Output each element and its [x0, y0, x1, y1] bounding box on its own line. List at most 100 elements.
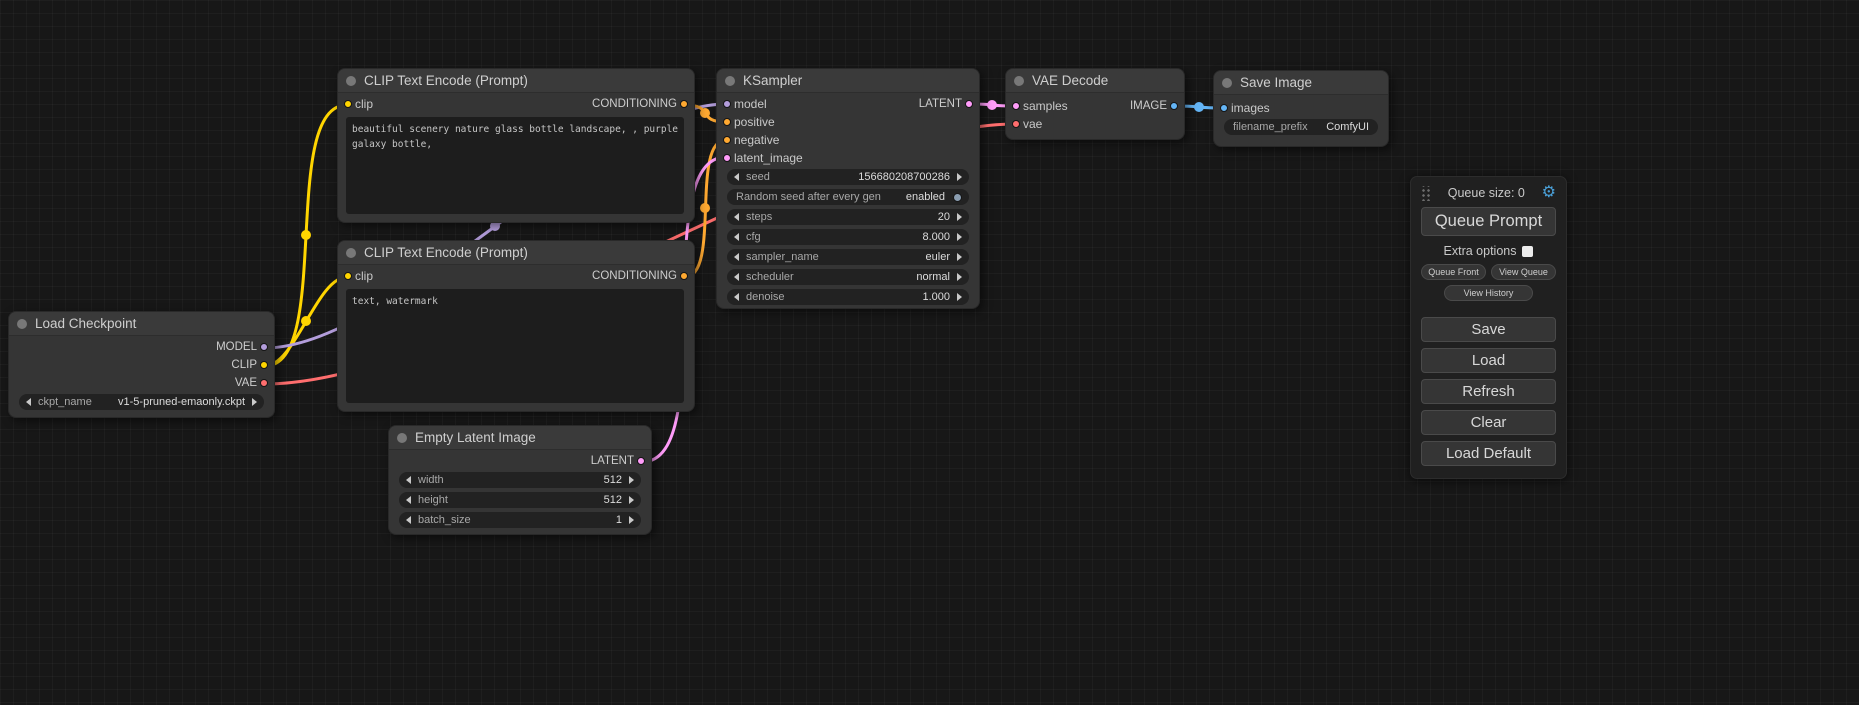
widget-value: normal: [916, 271, 950, 283]
slot-row: latent_image: [717, 149, 979, 167]
settings-gear-icon[interactable]: ⚙: [1542, 185, 1556, 201]
decrement-arrow-icon[interactable]: [734, 233, 739, 241]
node-titlebar[interactable]: Save Image: [1214, 71, 1388, 95]
widget-batch-size[interactable]: batch_size 1: [399, 512, 641, 528]
node-titlebar[interactable]: KSampler: [717, 69, 979, 93]
node-titlebar[interactable]: CLIP Text Encode (Prompt): [338, 241, 694, 265]
link-midpoint-dot: [1194, 102, 1204, 112]
input-slot-model[interactable]: [723, 100, 731, 108]
toggle-dot-icon[interactable]: [953, 193, 962, 202]
node-ksampler[interactable]: KSampler model LATENT positive negative …: [716, 68, 980, 309]
collapse-dot-icon[interactable]: [725, 76, 735, 86]
comfyui-node-canvas[interactable]: { "colors": { "model": "#B39DDB", "clip"…: [0, 0, 1859, 705]
collapse-dot-icon[interactable]: [17, 319, 27, 329]
widget-width[interactable]: width 512: [399, 472, 641, 488]
input-slot-latent-image[interactable]: [723, 154, 731, 162]
slot-row: CLIP: [9, 356, 274, 374]
view-history-button[interactable]: View History: [1444, 285, 1533, 301]
output-slot-latent[interactable]: [965, 100, 973, 108]
negative-prompt-textarea[interactable]: text, watermark: [346, 289, 684, 403]
widget-sampler-name[interactable]: sampler_name euler: [727, 249, 969, 265]
decrement-arrow-icon[interactable]: [734, 253, 739, 261]
decrement-arrow-icon[interactable]: [734, 213, 739, 221]
node-vae-decode[interactable]: VAE Decode samples IMAGE vae: [1005, 68, 1185, 140]
increment-arrow-icon[interactable]: [629, 516, 634, 524]
node-titlebar[interactable]: VAE Decode: [1006, 69, 1184, 93]
widget-steps[interactable]: steps 20: [727, 209, 969, 225]
widget-value: 20: [938, 211, 950, 223]
output-slot-vae[interactable]: [260, 379, 268, 387]
node-empty-latent-image[interactable]: Empty Latent Image LATENT width 512 heig…: [388, 425, 652, 535]
collapse-dot-icon[interactable]: [346, 248, 356, 258]
increment-arrow-icon[interactable]: [957, 233, 962, 241]
output-slot-conditioning[interactable]: [680, 100, 688, 108]
widget-height[interactable]: height 512: [399, 492, 641, 508]
increment-arrow-icon[interactable]: [629, 476, 634, 484]
decrement-arrow-icon[interactable]: [406, 496, 411, 504]
increment-arrow-icon[interactable]: [957, 173, 962, 181]
input-slot-clip[interactable]: [344, 272, 352, 280]
queue-prompt-button[interactable]: Queue Prompt: [1421, 207, 1556, 236]
increment-arrow-icon[interactable]: [957, 273, 962, 281]
collapse-dot-icon[interactable]: [346, 76, 356, 86]
decrement-arrow-icon[interactable]: [734, 273, 739, 281]
input-slot-vae[interactable]: [1012, 120, 1020, 128]
node-titlebar[interactable]: Empty Latent Image: [389, 426, 651, 450]
output-slot-image[interactable]: [1170, 102, 1178, 110]
decrement-arrow-icon[interactable]: [406, 476, 411, 484]
decrement-arrow-icon[interactable]: [26, 398, 31, 406]
save-button[interactable]: Save: [1421, 317, 1556, 342]
clear-button[interactable]: Clear: [1421, 410, 1556, 435]
view-queue-button[interactable]: View Queue: [1491, 264, 1556, 280]
output-slot-clip[interactable]: [260, 361, 268, 369]
input-slot-images[interactable]: [1220, 104, 1228, 112]
input-slot-negative[interactable]: [723, 136, 731, 144]
positive-prompt-textarea[interactable]: beautiful scenery nature glass bottle la…: [346, 117, 684, 214]
widget-random-seed-toggle[interactable]: Random seed after every gen enabled: [727, 189, 969, 205]
widget-filename-prefix[interactable]: filename_prefix ComfyUI: [1224, 119, 1378, 135]
node-title: CLIP Text Encode (Prompt): [364, 73, 528, 88]
collapse-dot-icon[interactable]: [397, 433, 407, 443]
increment-arrow-icon[interactable]: [252, 398, 257, 406]
input-slot-positive[interactable]: [723, 118, 731, 126]
widget-cfg[interactable]: cfg 8.000: [727, 229, 969, 245]
widget-denoise[interactable]: denoise 1.000: [727, 289, 969, 305]
node-titlebar[interactable]: Load Checkpoint: [9, 312, 274, 336]
widget-seed[interactable]: seed 156680208700286: [727, 169, 969, 185]
extra-options-checkbox[interactable]: [1522, 246, 1533, 257]
collapse-dot-icon[interactable]: [1222, 78, 1232, 88]
load-default-button[interactable]: Load Default: [1421, 441, 1556, 466]
node-load-checkpoint[interactable]: Load Checkpoint MODEL CLIP VAE ckpt_name…: [8, 311, 275, 418]
node-clip-text-encode-negative[interactable]: CLIP Text Encode (Prompt) clip CONDITION…: [337, 240, 695, 412]
queue-front-button[interactable]: Queue Front: [1421, 264, 1486, 280]
increment-arrow-icon[interactable]: [629, 496, 634, 504]
decrement-arrow-icon[interactable]: [734, 293, 739, 301]
input-slot-samples[interactable]: [1012, 102, 1020, 110]
slot-row: negative: [717, 131, 979, 149]
widget-label: filename_prefix: [1233, 121, 1308, 133]
refresh-button[interactable]: Refresh: [1421, 379, 1556, 404]
slot-row: samples IMAGE: [1006, 97, 1184, 115]
widget-scheduler[interactable]: scheduler normal: [727, 269, 969, 285]
node-save-image[interactable]: Save Image images filename_prefix ComfyU…: [1213, 70, 1389, 147]
widget-ckpt-name[interactable]: ckpt_name v1-5-pruned-emaonly.ckpt: [19, 394, 264, 410]
output-label: LATENT: [591, 455, 634, 467]
decrement-arrow-icon[interactable]: [406, 516, 411, 524]
menu-drag-handle-icon[interactable]: [1421, 186, 1431, 201]
widget-label: cfg: [746, 231, 761, 243]
node-titlebar[interactable]: CLIP Text Encode (Prompt): [338, 69, 694, 93]
node-clip-text-encode-positive[interactable]: CLIP Text Encode (Prompt) clip CONDITION…: [337, 68, 695, 223]
decrement-arrow-icon[interactable]: [734, 173, 739, 181]
increment-arrow-icon[interactable]: [957, 253, 962, 261]
output-slot-latent[interactable]: [637, 457, 645, 465]
load-button[interactable]: Load: [1421, 348, 1556, 373]
increment-arrow-icon[interactable]: [957, 293, 962, 301]
menu-spacer: [1421, 303, 1556, 311]
input-slot-clip[interactable]: [344, 100, 352, 108]
widget-label: sampler_name: [746, 251, 819, 263]
collapse-dot-icon[interactable]: [1014, 76, 1024, 86]
widget-value: euler: [926, 251, 950, 263]
output-slot-conditioning[interactable]: [680, 272, 688, 280]
output-slot-model[interactable]: [260, 343, 268, 351]
increment-arrow-icon[interactable]: [957, 213, 962, 221]
